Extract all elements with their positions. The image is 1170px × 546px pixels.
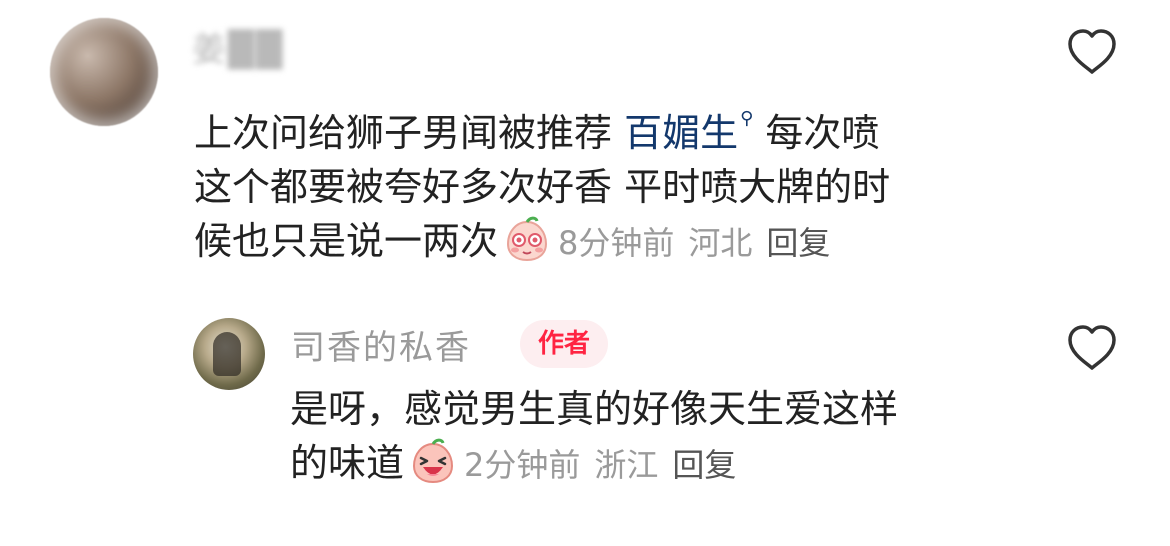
comment-text-line-1: 上次问给狮子男闻被推荐 <box>194 111 625 155</box>
comment-time: 8分钟前 <box>558 224 675 262</box>
reply-text-line-2: 的味道 <box>290 441 405 485</box>
comment-username[interactable]: 姜██ <box>192 22 284 71</box>
reply-location: 浙江 <box>594 446 659 484</box>
search-icon: ⚲ <box>740 108 754 129</box>
comment-text-line-3: 候也只是说一两次 <box>194 219 499 263</box>
comment-text[interactable]: 上次问给狮子男闻被推荐 百媚生 ⚲ 每次喷 这个都要被夸好多次好香 平时喷大牌的时… <box>194 92 994 270</box>
comment-meta: 8分钟前 河北 回复 <box>558 224 844 262</box>
comment-item: 姜██ 上次问给狮子男闻被推荐 百媚生 ⚲ 每次喷 这个都要被夸好多次好香 平时喷… <box>0 0 1170 300</box>
shy-peach-emoji-icon <box>507 216 548 262</box>
comment-location: 河北 <box>688 224 753 262</box>
reply-text-line-1: 是呀，感觉男生真的好像天生爱这样 <box>290 387 899 431</box>
reply-username[interactable]: 司香的私香 <box>291 320 471 369</box>
reply-time: 2分钟前 <box>464 446 581 484</box>
reply-meta: 2分钟前 浙江 回复 <box>464 446 750 484</box>
reply-button[interactable]: 回复 <box>672 446 736 484</box>
like-heart-icon[interactable] <box>1066 324 1118 372</box>
comment-text-line-2: 这个都要被夸好多次好香 平时喷大牌的时 <box>194 165 891 209</box>
author-badge: 作者 <box>520 320 609 368</box>
reply-text[interactable]: 是呀，感觉男生真的好像天生爱这样 的味道 2分钟前 浙江 回复 <box>290 382 1010 492</box>
like-heart-icon[interactable] <box>1066 28 1118 76</box>
comment-text-after-hashtag: 每次喷 <box>753 111 880 155</box>
reply-button[interactable]: 回复 <box>766 224 830 262</box>
avatar[interactable] <box>50 18 158 126</box>
laughing-peach-emoji-icon <box>413 438 454 484</box>
avatar[interactable] <box>193 318 265 390</box>
hashtag-link[interactable]: 百媚生 <box>624 111 738 155</box>
